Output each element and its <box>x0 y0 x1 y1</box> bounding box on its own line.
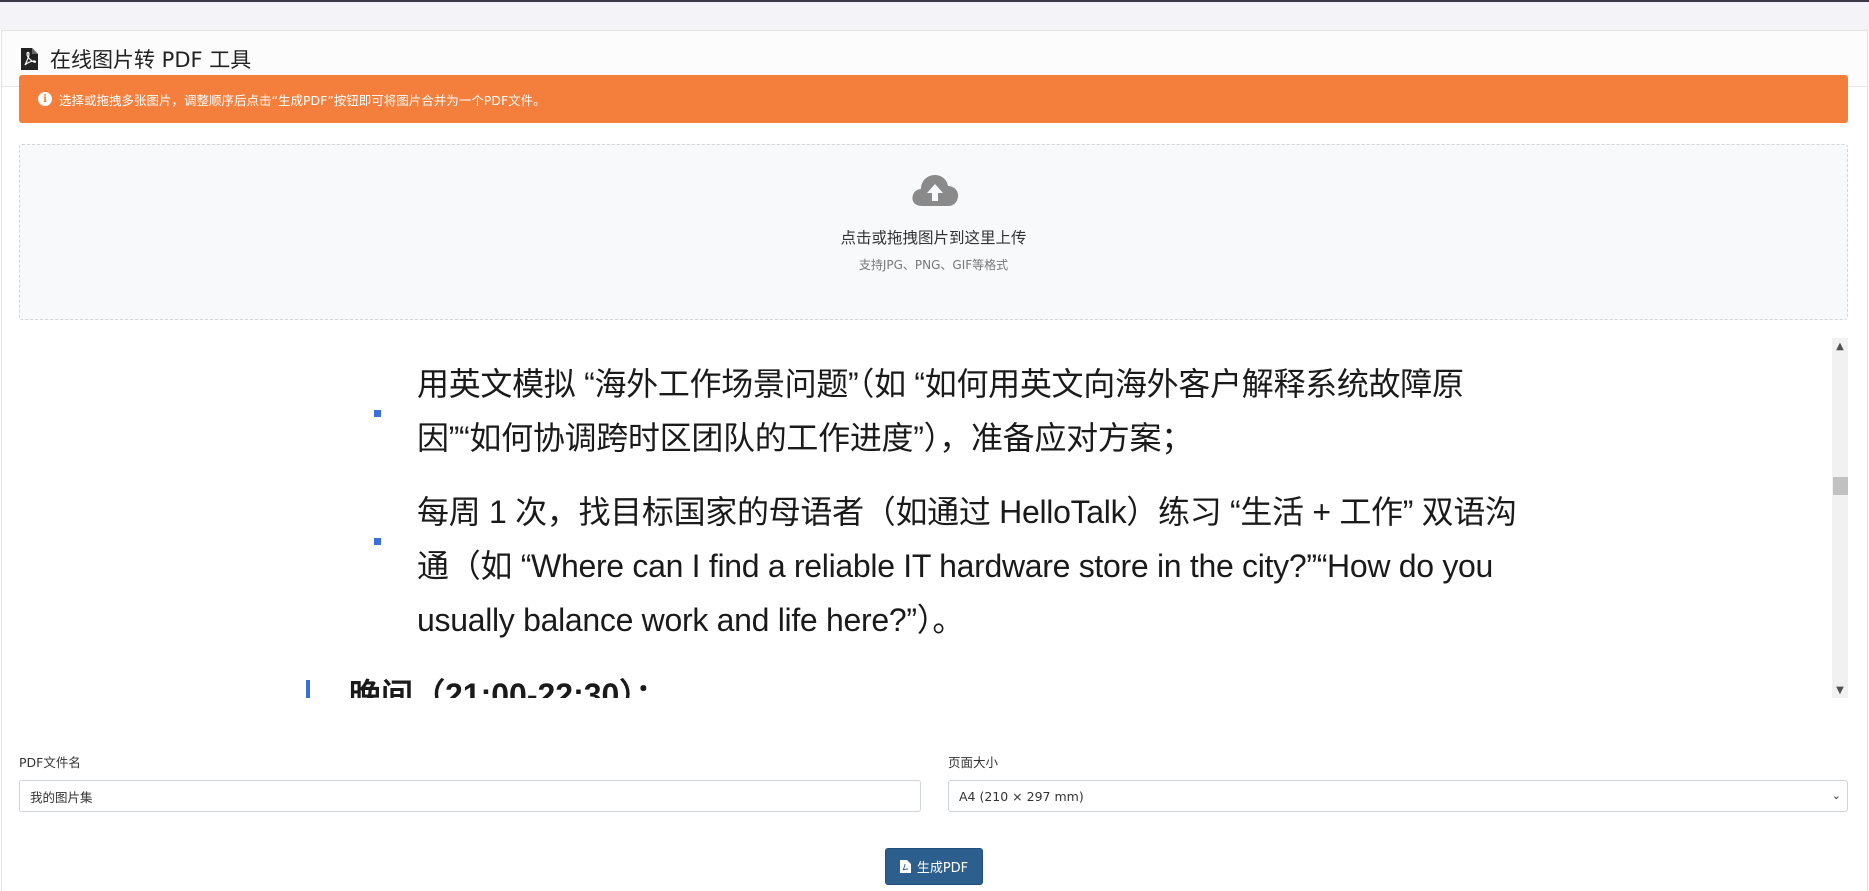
preview-text-line: 每周 1 次，找目标国家的母语者（如通过 HelloTalk）练习 “生活 + … <box>417 494 1517 530</box>
alert-text: 选择或拖拽多张图片，调整顺序后点击“生成PDF”按钮即可将图片合并为一个PDF文… <box>59 92 546 108</box>
chevron-down-icon: ⌄ <box>1831 789 1841 802</box>
pagesize-label: 页面大小 <box>948 755 999 770</box>
scrollbar-thumb[interactable] <box>1833 477 1848 495</box>
scroll-up-arrow-icon[interactable]: ▲ <box>1832 338 1848 354</box>
info-circle-icon: i <box>38 92 52 106</box>
filename-input[interactable]: 我的图片集 <box>19 780 921 812</box>
pagesize-select[interactable]: A4 (210 × 297 mm) ⌄ <box>948 780 1848 812</box>
cloud-upload-icon <box>912 175 959 206</box>
file-pdf-icon <box>899 860 911 873</box>
dropzone-sub-text: 支持JPG、PNG、GIF等格式 <box>858 258 1009 272</box>
page-title: 在线图片转 PDF 工具 <box>50 47 252 72</box>
image-preview-area[interactable]: 用英文模拟 “海外工作场景问题”（如 “如何用英文向海外客户解释系统故障原 因”… <box>19 338 1848 698</box>
dropzone-main-text: 点击或拖拽图片到这里上传 <box>840 229 1027 247</box>
bullet-square-icon <box>374 410 381 417</box>
info-alert: i 选择或拖拽多张图片，调整顺序后点击“生成PDF”按钮即可将图片合并为一个PD… <box>19 75 1848 123</box>
bullet-square-icon <box>374 538 381 545</box>
preview-scrollbar[interactable]: ▲ ▼ <box>1832 338 1848 698</box>
file-pdf-icon <box>21 47 38 70</box>
preview-text-line: 通（如 “Where can I find a reliable IT hard… <box>417 548 1494 584</box>
generate-pdf-button[interactable]: 生成PDF <box>885 848 983 885</box>
filename-label: PDF文件名 <box>19 755 81 770</box>
preview-text-line: 用英文模拟 “海外工作场景问题”（如 “如何用英文向海外客户解释系统故障原 <box>417 366 1464 402</box>
generate-pdf-label: 生成PDF <box>916 861 969 876</box>
browser-top-strip <box>0 0 1869 30</box>
preview-image: 用英文模拟 “海外工作场景问题”（如 “如何用英文向海外客户解释系统故障原 因”… <box>19 338 1829 698</box>
scroll-down-arrow-icon[interactable]: ▼ <box>1832 682 1848 698</box>
preview-text-line: 因”“如何协调跨时区团队的工作进度”），准备应对方案； <box>417 420 1193 456</box>
preview-text-line: usually balance work and life here?”）。 <box>417 602 965 638</box>
heading-bar <box>306 680 310 698</box>
preview-heading: 晚间（21:00-22:30）： <box>349 677 668 698</box>
pagesize-selected-value: A4 (210 × 297 mm) <box>959 788 1084 804</box>
upload-dropzone[interactable]: 点击或拖拽图片到这里上传 支持JPG、PNG、GIF等格式 <box>19 144 1848 320</box>
